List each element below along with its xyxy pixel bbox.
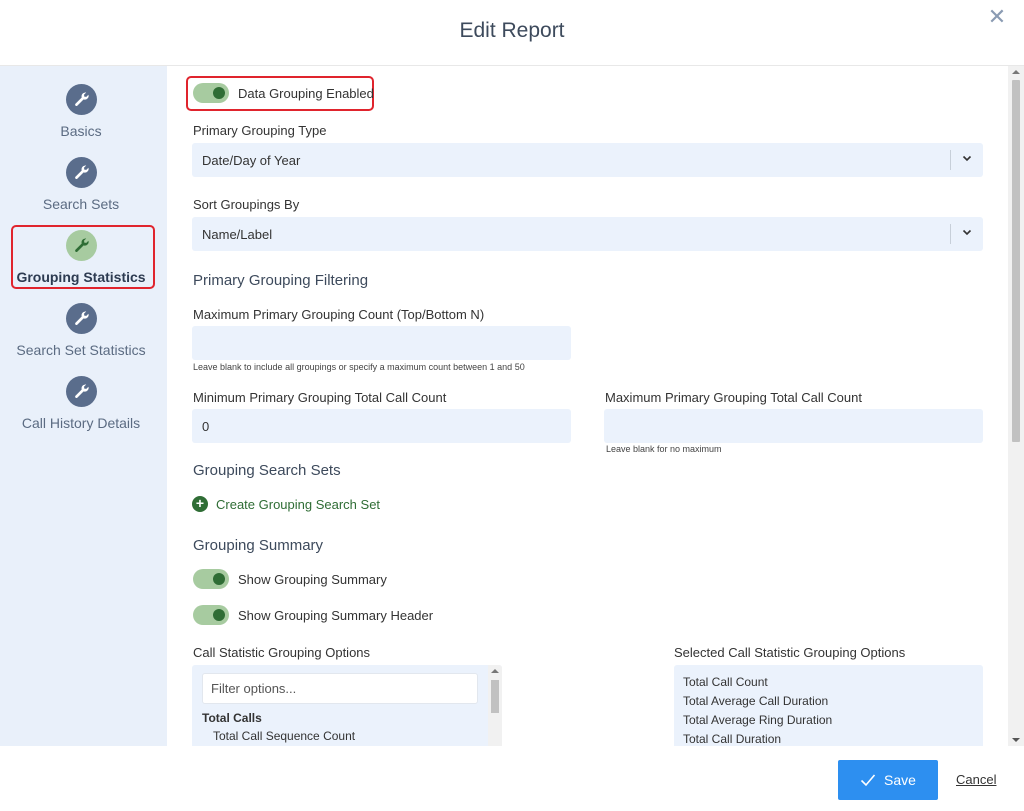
- chevron-down-icon: [962, 229, 972, 236]
- sidebar-item-call-history-details[interactable]: Call History Details: [0, 376, 162, 431]
- scrollbar-thumb[interactable]: [1012, 80, 1020, 442]
- show-grouping-summary-label: Show Grouping Summary: [238, 572, 387, 587]
- max-count-hint: Leave blank to include all groupings or …: [193, 362, 525, 372]
- save-button[interactable]: Save: [838, 760, 938, 800]
- plus-circle-icon: +: [192, 496, 208, 512]
- data-grouping-label: Data Grouping Enabled: [238, 86, 374, 101]
- filtering-section-title: Primary Grouping Filtering: [193, 272, 369, 289]
- sidebar-item-label: Call History Details: [21, 415, 141, 431]
- list-item[interactable]: Total Average Call Duration: [683, 694, 828, 708]
- wrench-icon: [65, 84, 97, 115]
- options-listbox[interactable]: Total Calls Total Call Sequence Count: [192, 665, 502, 746]
- page-scrollbar[interactable]: [1008, 66, 1024, 746]
- sort-groupings-label: Sort Groupings By: [193, 197, 300, 212]
- sidebar: Basics Search Sets Grouping Statistics S…: [0, 66, 167, 746]
- dialog-footer: Save Cancel: [0, 746, 1024, 811]
- list-item[interactable]: Total Call Sequence Count: [213, 729, 355, 743]
- filter-options-input[interactable]: [202, 673, 478, 704]
- sidebar-item-search-set-statistics[interactable]: Search Set Statistics: [0, 303, 162, 358]
- active-item-highlight: [11, 225, 155, 289]
- scroll-up-icon[interactable]: [1012, 70, 1020, 74]
- sort-groupings-select[interactable]: Name/Label: [192, 217, 983, 251]
- dialog-header: Edit Report ✕: [0, 0, 1024, 66]
- sidebar-item-basics[interactable]: Basics: [0, 84, 162, 139]
- search-sets-section-title: Grouping Search Sets: [193, 462, 341, 479]
- show-grouping-summary-header-toggle[interactable]: [193, 605, 229, 625]
- cancel-link[interactable]: Cancel: [956, 772, 996, 787]
- options-list-label: Call Statistic Grouping Options: [193, 645, 371, 660]
- primary-grouping-type-label: Primary Grouping Type: [193, 123, 327, 138]
- list-item[interactable]: Total Call Count: [683, 675, 768, 689]
- scroll-down-icon[interactable]: [1012, 738, 1020, 742]
- main-content: Data Grouping Enabled Primary Grouping T…: [167, 66, 1008, 746]
- summary-section-title: Grouping Summary: [193, 537, 324, 554]
- wrench-icon: [65, 303, 97, 334]
- show-grouping-summary-header-label: Show Grouping Summary Header: [238, 608, 434, 623]
- checkmark-icon: [860, 774, 876, 787]
- sidebar-item-search-sets[interactable]: Search Sets: [0, 157, 162, 212]
- sidebar-item-label: Search Sets: [42, 196, 120, 212]
- selected-options-listbox[interactable]: Total Call Count Total Average Call Dura…: [674, 665, 983, 746]
- list-item[interactable]: Total Call Duration: [683, 732, 781, 746]
- sidebar-item-label: Basics: [60, 123, 102, 139]
- save-button-label: Save: [884, 772, 916, 788]
- options-scrollbar[interactable]: [488, 665, 502, 746]
- sort-groupings-value: Name/Label: [202, 227, 273, 242]
- create-grouping-search-set-link[interactable]: + Create Grouping Search Set: [192, 496, 380, 512]
- list-item[interactable]: Total Average Ring Duration: [683, 713, 832, 727]
- sidebar-item-label: Search Set Statistics: [16, 342, 146, 358]
- dialog-title: Edit Report: [459, 19, 565, 42]
- chevron-down-icon: [962, 155, 972, 162]
- primary-grouping-type-select[interactable]: Date/Day of Year: [192, 143, 983, 177]
- max-total-call-count-input[interactable]: [604, 409, 983, 443]
- wrench-icon: [65, 157, 97, 188]
- wrench-icon: [65, 376, 97, 407]
- max-total-call-count-hint: Leave blank for no maximum: [606, 444, 722, 454]
- option-group-heading: Total Calls: [202, 711, 262, 725]
- max-count-label: Maximum Primary Grouping Count (Top/Bott…: [193, 307, 485, 322]
- close-icon[interactable]: ✕: [986, 6, 1008, 28]
- create-grouping-search-set-label: Create Grouping Search Set: [216, 496, 381, 512]
- selected-list-label: Selected Call Statistic Grouping Options: [674, 645, 906, 660]
- max-total-call-count-label: Maximum Primary Grouping Total Call Coun…: [605, 390, 862, 405]
- max-count-input[interactable]: [192, 326, 571, 360]
- show-grouping-summary-toggle[interactable]: [193, 569, 229, 589]
- primary-grouping-type-value: Date/Day of Year: [202, 153, 301, 168]
- data-grouping-toggle[interactable]: [193, 83, 229, 103]
- min-total-call-count-input[interactable]: [192, 409, 571, 443]
- min-total-call-count-label: Minimum Primary Grouping Total Call Coun…: [193, 390, 447, 405]
